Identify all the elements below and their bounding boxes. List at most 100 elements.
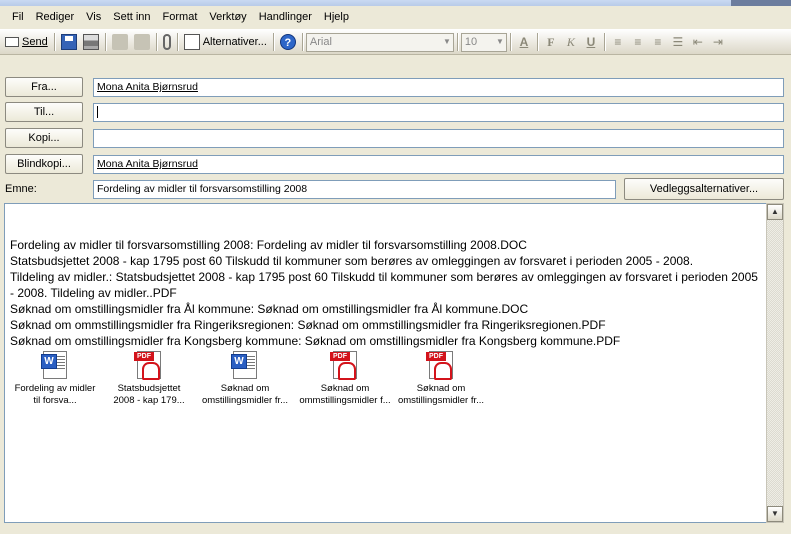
toolbar-separator (536, 33, 538, 51)
pdf-document-icon (426, 351, 453, 380)
attachment-name-line2: til forsva... (33, 395, 77, 406)
align-left-button[interactable]: ≡ (608, 32, 628, 52)
from-button[interactable]: Fra... (5, 77, 83, 97)
attachment-item[interactable]: Søknad om omstillingsmidler fr... (393, 351, 489, 407)
send-label: Send (22, 36, 48, 48)
bcc-value: Mona Anita Bjørnsrud (97, 158, 198, 170)
options-button[interactable]: Alternativer... (181, 31, 270, 53)
paperclip-icon (162, 34, 171, 50)
copy-icon (133, 34, 150, 50)
attachment-item[interactable]: Søknad om omstillingsmidler fr... (197, 351, 293, 407)
save-icon (60, 34, 77, 50)
menu-tools[interactable]: Verktøy (203, 8, 252, 26)
toolbar: Send Alternativer... ? Arial ▼ 10 ▼ A F … (0, 29, 791, 55)
cut-button[interactable] (109, 31, 131, 53)
bold-button[interactable]: F (541, 32, 561, 52)
attachment-item[interactable]: Søknad om ommstillingsmidler f... (297, 351, 393, 407)
font-select[interactable]: Arial ▼ (305, 32, 454, 52)
from-value: Mona Anita Bjørnsrud (97, 81, 198, 93)
size-select-value: 10 (464, 36, 478, 48)
toolbar-separator (603, 33, 605, 51)
body-line: Søknad om omstillingsmidler fra Kongsber… (10, 334, 621, 348)
scroll-down-button[interactable]: ▼ (767, 506, 783, 522)
print-button[interactable] (80, 31, 102, 53)
vertical-scrollbar[interactable]: ▲ ▼ (766, 203, 784, 523)
text-cursor (97, 106, 98, 119)
to-field[interactable] (93, 103, 784, 122)
dropdown-arrow-icon: ▼ (495, 36, 504, 46)
word-document-icon (41, 351, 67, 379)
toolbar-separator (272, 33, 274, 51)
subject-label: Emne: (5, 183, 37, 195)
toolbar-separator (176, 33, 178, 51)
toolbar-separator (456, 33, 458, 51)
attachment-name-line2: omstillingsmidler fr... (201, 395, 289, 406)
menu-bar: Fil Rediger Vis Sett inn Format Verktøy … (0, 6, 791, 28)
help-icon: ? (279, 34, 296, 50)
attachment-name-line2: 2008 - kap 179... (113, 395, 185, 406)
attachment-options-button[interactable]: Vedleggsalternativer... (624, 178, 784, 200)
attachment-name-line2: ommstillingsmidler f... (299, 395, 391, 406)
print-icon (82, 34, 99, 50)
body-line: Fordeling av midler til forsvarsomstilli… (10, 238, 527, 252)
subject-field[interactable]: Fordeling av midler til forsvarsomstilli… (93, 180, 616, 199)
menu-insert[interactable]: Sett inn (107, 8, 156, 26)
options-icon (183, 34, 200, 50)
align-right-button[interactable]: ≡ (648, 32, 668, 52)
word-document-icon (231, 351, 257, 379)
attachment-name-line1: Søknad om (416, 383, 466, 394)
bottom-frame (0, 525, 791, 534)
message-body[interactable]: Fordeling av midler til forsvarsomstilli… (4, 203, 766, 523)
menu-view[interactable]: Vis (80, 8, 107, 26)
menu-actions[interactable]: Handlinger (253, 8, 318, 26)
body-line: Statsbudsjettet 2008 - kap 1795 post 60 … (10, 254, 694, 268)
cut-icon (111, 34, 128, 50)
toolbar-separator (53, 33, 55, 51)
attachment-name-line1: Statsbudsjettet (117, 383, 181, 394)
bcc-field[interactable]: Mona Anita Bjørnsrud (93, 155, 784, 174)
attach-button[interactable] (160, 31, 174, 53)
menu-help[interactable]: Hjelp (318, 8, 355, 26)
attachment-name-line1: Fordeling av midler (14, 383, 96, 394)
attachment-item[interactable]: Statsbudsjettet 2008 - kap 179... (101, 351, 197, 407)
send-button[interactable]: Send (2, 31, 51, 53)
bullets-button[interactable]: ☰ (668, 32, 688, 52)
attachment-item[interactable]: Fordeling av midler til forsva... (7, 351, 103, 407)
attachment-name-line1: Søknad om (320, 383, 370, 394)
bcc-button[interactable]: Blindkopi... (5, 154, 83, 174)
from-field[interactable]: Mona Anita Bjørnsrud (93, 78, 784, 97)
pdf-document-icon (134, 351, 161, 380)
body-line: Søknad om ommstillingsmidler fra Ringeri… (10, 318, 606, 332)
options-label: Alternativer... (202, 36, 267, 48)
font-select-value: Arial (309, 36, 332, 48)
help-button[interactable]: ? (277, 31, 299, 53)
to-button[interactable]: Til... (5, 102, 83, 122)
align-center-button[interactable]: ≡ (628, 32, 648, 52)
cc-field[interactable] (93, 129, 784, 148)
subject-value: Fordeling av midler til forsvarsomstilli… (97, 183, 308, 195)
attachment-name-line1: Søknad om (220, 383, 270, 394)
font-color-button[interactable]: A (514, 32, 534, 52)
cc-button[interactable]: Kopi... (5, 128, 83, 148)
dropdown-arrow-icon: ▼ (442, 36, 451, 46)
toolbar-separator (104, 33, 106, 51)
italic-button[interactable]: K (561, 32, 581, 52)
copy-button[interactable] (131, 31, 153, 53)
body-line: Tildeling av midler.: Statsbudsjettet 20… (10, 270, 758, 300)
scroll-up-button[interactable]: ▲ (767, 204, 783, 220)
pdf-document-icon (330, 351, 357, 380)
toolbar-separator (509, 33, 511, 51)
body-line: Søknad om omstillingsmidler fra Ål kommu… (10, 302, 529, 316)
save-button[interactable] (58, 31, 80, 53)
underline-button[interactable]: U (581, 32, 601, 52)
menu-format[interactable]: Format (157, 8, 204, 26)
body-text: Fordeling av midler til forsvarsomstilli… (10, 237, 765, 349)
increase-indent-button[interactable]: ⇥ (708, 32, 728, 52)
size-select[interactable]: 10 ▼ (460, 32, 507, 52)
menu-edit[interactable]: Rediger (30, 8, 81, 26)
send-icon (5, 37, 19, 47)
toolbar-separator (301, 33, 303, 51)
attachment-name-line2: omstillingsmidler fr... (397, 395, 485, 406)
decrease-indent-button[interactable]: ⇤ (688, 32, 708, 52)
menu-file[interactable]: Fil (6, 8, 30, 26)
